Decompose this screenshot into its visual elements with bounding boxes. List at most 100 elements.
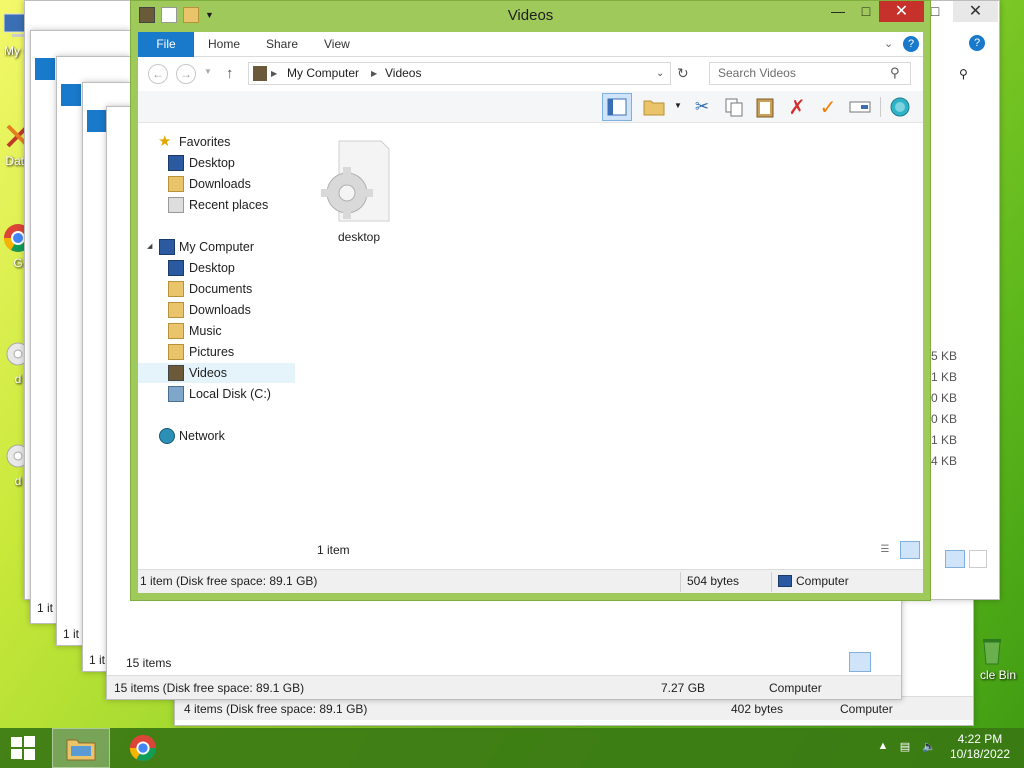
- nav-computer-downloads[interactable]: Downloads: [138, 300, 295, 320]
- forward-button[interactable]: →: [176, 64, 196, 84]
- nav-computer-music[interactable]: Music: [138, 321, 295, 341]
- explorer-window[interactable]: ▼ Videos — □ ✕ File Home Share View ⌄ ? …: [130, 0, 931, 601]
- music-folder-icon: [168, 323, 184, 339]
- status-text: 1 it: [63, 627, 80, 641]
- recent-locations-icon[interactable]: ▼: [204, 67, 212, 76]
- nav-favorites-downloads[interactable]: Downloads: [138, 174, 295, 194]
- nav-favorites[interactable]: ★ Favorites: [138, 132, 295, 152]
- view-buttons: ☰: [875, 541, 920, 559]
- tab-share[interactable]: Share: [266, 32, 298, 57]
- file-tab[interactable]: [61, 84, 81, 106]
- nav-label: Downloads: [189, 303, 251, 317]
- search-icon[interactable]: ⚲: [959, 67, 968, 81]
- clipboard-icon: [756, 98, 774, 118]
- desktop-icon: [168, 155, 184, 171]
- expand-ribbon-icon[interactable]: ⌄: [884, 37, 893, 50]
- navigation-pane: ★ Favorites Desktop Downloads Recent pla…: [138, 123, 298, 561]
- star-icon: ★: [158, 133, 172, 150]
- title-bar[interactable]: ▼ Videos — □ ✕: [131, 1, 930, 32]
- nav-computer-pictures[interactable]: Pictures: [138, 342, 295, 362]
- paste-button[interactable]: [753, 95, 777, 119]
- nav-computer-videos[interactable]: Videos: [138, 363, 295, 383]
- help-icon[interactable]: ?: [903, 36, 919, 52]
- nav-favorites-desktop[interactable]: Desktop: [138, 153, 295, 173]
- rename-button[interactable]: [848, 95, 872, 119]
- status-size: 402 bytes: [731, 702, 784, 716]
- status-size: 7.27 GB: [661, 681, 706, 695]
- file-tab[interactable]: [35, 58, 55, 80]
- chevron-down-icon[interactable]: ▼: [674, 101, 682, 110]
- tiles-view-icon[interactable]: [969, 550, 987, 568]
- item-count: 1 item: [317, 543, 350, 557]
- folder-check-icon: [643, 100, 665, 116]
- status-separator: [771, 572, 772, 592]
- nav-my-computer[interactable]: ◢ My Computer: [138, 237, 295, 257]
- address-row: ← → ▼ ↑ ▶ My Computer ▶ Videos ⌄ ↻ Searc…: [138, 57, 923, 91]
- copy-button[interactable]: [722, 95, 746, 119]
- delete-x-icon: ✗: [788, 96, 806, 119]
- network-tray-icon[interactable]: ▤: [898, 740, 912, 754]
- tab-home[interactable]: Home: [208, 32, 240, 57]
- tiles-view-icon[interactable]: [875, 652, 893, 670]
- maximize-button[interactable]: □: [852, 1, 880, 22]
- volume-icon[interactable]: 🔈: [922, 740, 936, 754]
- file-explorer-icon: [66, 739, 96, 761]
- minimize-button[interactable]: —: [824, 1, 852, 22]
- chevron-down-icon[interactable]: ◢: [147, 237, 152, 257]
- nav-favorites-recent[interactable]: Recent places: [138, 195, 295, 215]
- nav-computer-documents[interactable]: Documents: [138, 279, 295, 299]
- nav-computer-desktop[interactable]: Desktop: [138, 258, 295, 278]
- file-item[interactable]: desktop: [317, 135, 401, 244]
- help-icon[interactable]: ?: [969, 35, 985, 51]
- nav-label: Network: [179, 429, 225, 443]
- details-view-icon[interactable]: [849, 652, 871, 672]
- pane-icon: [607, 98, 627, 116]
- tab-view[interactable]: View: [324, 32, 350, 57]
- downloads-folder-icon: [168, 176, 184, 192]
- close-button[interactable]: ✕: [953, 1, 998, 22]
- close-button[interactable]: ✕: [879, 1, 924, 22]
- show-hidden-icons-icon[interactable]: ▲: [876, 740, 890, 754]
- refresh-icon[interactable]: ↻: [677, 65, 689, 82]
- clock[interactable]: 4:22 PM 10/18/2022: [950, 732, 1010, 762]
- details-view-icon[interactable]: ☰: [875, 541, 895, 559]
- status-text: 15 items (Disk free space: 89.1 GB): [114, 681, 305, 695]
- size-column: 5 KB 1 KB 0 KB 0 KB 1 KB 4 KB: [931, 346, 957, 472]
- cut-button[interactable]: ✂: [690, 95, 714, 119]
- file-tab[interactable]: [87, 110, 107, 132]
- nav-label: Local Disk (C:): [189, 387, 271, 401]
- start-button[interactable]: [0, 728, 46, 768]
- window-title: Videos: [507, 7, 554, 24]
- view-buttons[interactable]: [849, 652, 893, 672]
- search-icon[interactable]: ⚲: [890, 65, 900, 81]
- nav-computer-local-disk[interactable]: Local Disk (C:): [138, 384, 295, 404]
- taskbar-chrome[interactable]: [114, 728, 172, 768]
- taskbar-file-explorer[interactable]: [52, 728, 110, 768]
- nav-network[interactable]: Network: [138, 426, 295, 446]
- address-bar[interactable]: ▶ My Computer ▶ Videos ⌄: [248, 62, 671, 85]
- back-button[interactable]: ←: [148, 64, 168, 84]
- status-text: 4 items (Disk free space: 89.1 GB): [184, 702, 368, 716]
- checkmark-icon: ✓: [819, 96, 837, 119]
- recent-places-icon: [168, 197, 184, 213]
- tab-file[interactable]: File: [138, 32, 194, 57]
- up-arrow-icon[interactable]: ↑: [226, 65, 234, 82]
- select-button[interactable]: ✓: [816, 95, 840, 119]
- delete-button[interactable]: ✗: [785, 95, 809, 119]
- chevron-right-icon[interactable]: ▶: [371, 63, 377, 84]
- file-list[interactable]: desktop 1 item ☰: [303, 123, 923, 561]
- large-icons-view-icon[interactable]: [900, 541, 920, 559]
- chevron-down-icon[interactable]: ⌄: [656, 63, 664, 84]
- network-button[interactable]: [888, 95, 912, 119]
- search-input[interactable]: Search Videos: [709, 62, 911, 85]
- nav-label: Downloads: [189, 177, 251, 191]
- preview-pane-button[interactable]: [602, 93, 632, 121]
- organize-button[interactable]: [642, 95, 666, 119]
- breadcrumb-videos[interactable]: Videos: [385, 63, 421, 84]
- status-location: Computer: [840, 702, 893, 716]
- details-view-icon[interactable]: [945, 550, 965, 568]
- view-buttons[interactable]: [945, 550, 989, 568]
- chevron-right-icon[interactable]: ▶: [271, 63, 277, 84]
- breadcrumb-my-computer[interactable]: My Computer: [287, 63, 359, 84]
- status-text: 1 it: [37, 601, 54, 615]
